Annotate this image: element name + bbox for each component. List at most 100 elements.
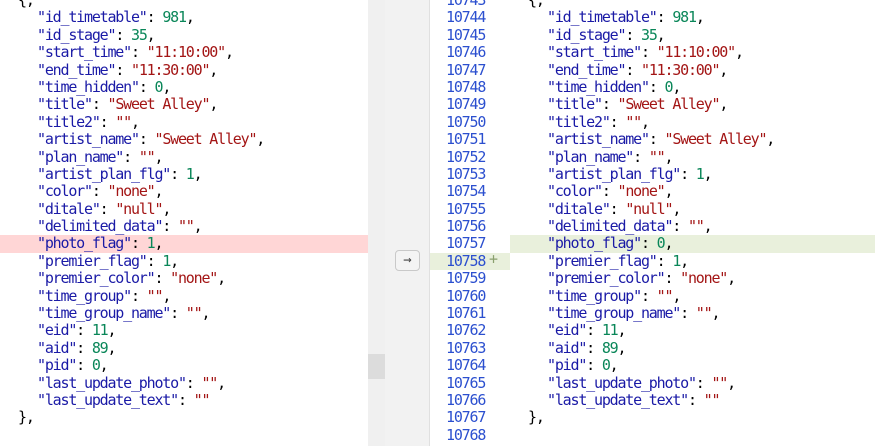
left-code-line: "aid": 89, (0, 338, 368, 357)
colon: : (130, 234, 147, 253)
code-text: "id_timetable": 981, (37, 9, 195, 26)
json-value: "" (648, 147, 666, 166)
apply-change-button[interactable]: → (395, 250, 420, 271)
json-key: "title" (547, 95, 603, 114)
code-text: "eid": 11, (37, 322, 117, 339)
line-number: 10749 (446, 95, 486, 114)
code-text: "pid": 0, (547, 357, 619, 374)
comma: , (193, 164, 203, 183)
comma: , (680, 251, 689, 270)
left-editor-pane[interactable]: {, "id_timetable": 981, "id_stage": 35, "st… (0, 0, 368, 446)
line-number: 10745 (446, 25, 486, 44)
line-number: 10768 (446, 425, 486, 444)
json-key: "title" (37, 95, 93, 114)
comma: , (727, 269, 736, 288)
colon: : (99, 199, 116, 218)
left-code-line: "artist_name": "Sweet Alley", (0, 130, 368, 149)
right-code-lines: {, "id_timetable": 981, "id_stage": 35, "st… (510, 0, 875, 427)
line-number: 10754 (446, 182, 486, 201)
left-code-line: "id_timetable": 981, (0, 9, 368, 26)
line-number: 10755 (446, 199, 486, 218)
code-text: "premier_color": "none", (547, 269, 736, 288)
code-text: "title2": "", (547, 112, 650, 131)
json-value: "null" (115, 199, 163, 218)
json-key: "premier_color" (547, 269, 666, 288)
json-key: "title2" (547, 112, 611, 131)
colon: : (170, 164, 186, 183)
json-key: "artist_name" (37, 130, 140, 149)
comma: , (99, 356, 109, 375)
json-value: 35 (640, 25, 658, 44)
json-value: "" (146, 286, 164, 305)
colon: : (680, 304, 696, 323)
colon: : (76, 356, 92, 375)
json-value: 1 (146, 234, 156, 253)
right-editor-pane[interactable]: {, "id_timetable": 981, "id_stage": 35, "st… (510, 0, 875, 446)
comma: , (209, 60, 218, 79)
line-number: 10761 (446, 304, 486, 323)
code-text: "delimited_data": "", (37, 217, 203, 236)
code-text: "aid": 89, (37, 338, 117, 357)
json-key: "time_group" (37, 286, 132, 305)
right-code-line: "ditale": "null", (510, 199, 875, 218)
code-text: "time_group_name": "", (547, 304, 720, 323)
right-code-line: }, (510, 409, 875, 426)
colon: : (99, 112, 116, 131)
comma: , (617, 338, 627, 357)
json-value: "" (656, 286, 674, 305)
json-value: "Sweet Alley" (664, 130, 767, 149)
left-code-line: "delimited_data": "", (0, 217, 368, 236)
colon: : (695, 373, 712, 392)
json-key: "last_update_photo" (37, 373, 187, 392)
json-key: "end_time" (37, 60, 117, 79)
comma: , (734, 43, 744, 62)
line-number: 10746 (446, 43, 486, 62)
code-text: "artist_plan_flg": 1, (37, 164, 203, 183)
json-value: 11 (601, 321, 619, 340)
comma: , (224, 43, 234, 62)
left-code-line: "time_group": "", (0, 286, 368, 305)
right-code-line: "artist_name": "Sweet Alley", (510, 130, 875, 149)
left-scrollbar[interactable] (368, 0, 385, 446)
line-number: 10763 (446, 338, 486, 357)
comma: , (209, 95, 218, 114)
json-value: "" (177, 217, 195, 236)
colon: : (664, 269, 681, 288)
colon: : (601, 95, 618, 114)
colon: : (687, 390, 704, 409)
json-key: "ditale" (37, 199, 101, 218)
json-value: "" (687, 217, 705, 236)
json-value: "" (201, 373, 218, 392)
line-number: 10766 (446, 390, 486, 409)
brace: {, (18, 0, 35, 9)
left-scrollbar-thumb[interactable] (368, 354, 385, 379)
code-text: "last_update_photo": "", (37, 373, 226, 392)
comma: , (672, 199, 681, 218)
colon: : (162, 217, 178, 236)
comma: , (170, 251, 179, 270)
arrow-right-icon: → (403, 252, 412, 268)
comma: , (672, 286, 681, 305)
code-text: "photo_flag": 0, (547, 234, 674, 253)
comma: , (641, 112, 650, 131)
colon: : (177, 390, 194, 409)
left-code-line: "color": "none", (0, 183, 368, 200)
left-code-line: "title": "Sweet Alley", (0, 96, 368, 113)
json-key: "delimited_data" (37, 217, 163, 236)
json-key: "aid" (37, 338, 77, 357)
code-text: "start_time": "11:10:00", (37, 43, 234, 62)
colon: : (91, 182, 108, 201)
json-value: "11:10:00" (656, 43, 737, 62)
code-text: "artist_plan_flg": 1, (547, 165, 713, 183)
colon: : (625, 25, 641, 44)
json-value: "" (703, 390, 721, 409)
colon: : (138, 130, 155, 149)
comma: , (162, 286, 171, 305)
colon: : (130, 286, 147, 305)
json-value: 0 (656, 234, 666, 253)
code-text: {, (18, 0, 35, 9)
code-text: "plan_name": "", (547, 147, 674, 166)
json-value: "none" (617, 182, 666, 201)
left-code-line: "eid": 11, (0, 322, 368, 339)
json-value: "11:30:00" (130, 60, 211, 79)
